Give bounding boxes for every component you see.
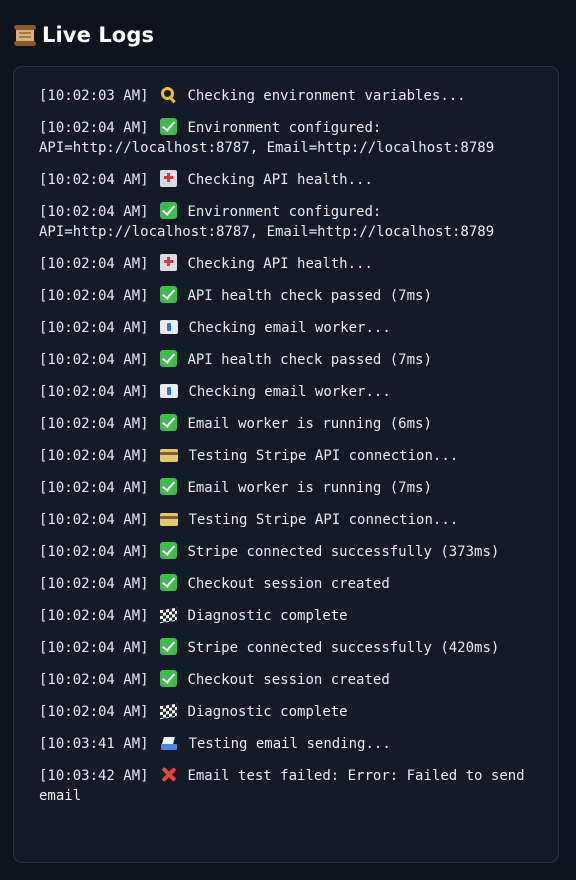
log-entry: [10:02:04 AM] Stripe connected successfu… bbox=[39, 638, 535, 658]
log-message: Stripe connected successfully (373ms) bbox=[187, 544, 500, 560]
log-timestamp: [10:02:04 AM] bbox=[39, 256, 149, 272]
log-message: Testing Stripe API connection... bbox=[188, 448, 459, 464]
email-icon bbox=[160, 384, 179, 398]
log-entry: [10:02:04 AM] API health check passed (7… bbox=[39, 350, 535, 370]
log-entry: [10:03:42 AM] Email test failed: Error: … bbox=[39, 766, 535, 806]
log-entry: [10:03:41 AM] Testing email sending... bbox=[39, 734, 535, 754]
log-message: Diagnostic complete bbox=[187, 608, 348, 624]
log-message: Email worker is running (6ms) bbox=[187, 416, 432, 432]
key-icon bbox=[160, 86, 177, 103]
log-timestamp: [10:02:04 AM] bbox=[39, 672, 149, 688]
log-timestamp: [10:02:04 AM] bbox=[39, 480, 149, 496]
scroll-icon bbox=[13, 23, 37, 47]
check-icon bbox=[160, 202, 178, 219]
log-message: Checking API health... bbox=[187, 256, 373, 272]
live-logs-page: Live Logs [10:02:03 AM] Checking environ… bbox=[0, 0, 576, 880]
check-icon bbox=[160, 478, 178, 495]
hospital-icon bbox=[160, 170, 178, 187]
log-entry: [10:02:04 AM] Email worker is running (6… bbox=[39, 414, 535, 434]
check-icon bbox=[160, 414, 178, 431]
log-entry: [10:02:04 AM] Checking API health... bbox=[39, 170, 535, 190]
log-entry: [10:02:04 AM] Diagnostic complete bbox=[39, 702, 535, 722]
check-icon bbox=[160, 574, 178, 591]
log-message: Testing email sending... bbox=[188, 736, 391, 752]
log-message: Stripe connected successfully (420ms) bbox=[187, 640, 500, 656]
log-timestamp: [10:02:04 AM] bbox=[39, 288, 149, 304]
log-timestamp: [10:02:04 AM] bbox=[39, 416, 149, 432]
log-timestamp: [10:02:04 AM] bbox=[39, 448, 149, 464]
log-message: Checking API health... bbox=[187, 172, 373, 188]
checkered-flag-icon bbox=[160, 607, 178, 624]
log-timestamp: [10:02:04 AM] bbox=[39, 320, 149, 336]
log-entry: [10:02:04 AM] Environment configured: AP… bbox=[39, 202, 535, 242]
log-panel[interactable]: [10:02:03 AM] Checking environment varia… bbox=[13, 66, 559, 863]
log-timestamp: [10:02:04 AM] bbox=[39, 608, 149, 624]
log-timestamp: [10:02:04 AM] bbox=[39, 640, 149, 656]
log-timestamp: [10:02:04 AM] bbox=[39, 352, 149, 368]
log-message: API health check passed (7ms) bbox=[187, 288, 432, 304]
log-timestamp: [10:02:04 AM] bbox=[39, 204, 149, 220]
log-entry: [10:02:04 AM] Checkout session created bbox=[39, 670, 535, 690]
log-entry: [10:02:04 AM] Testing Stripe API connect… bbox=[39, 510, 535, 530]
check-icon bbox=[160, 670, 178, 687]
log-timestamp: [10:02:04 AM] bbox=[39, 576, 149, 592]
log-message: Checkout session created bbox=[187, 576, 390, 592]
page-title: Live Logs bbox=[42, 23, 155, 47]
log-entry: [10:02:04 AM] Checking API health... bbox=[39, 254, 535, 274]
hospital-icon bbox=[160, 254, 178, 271]
check-icon bbox=[160, 350, 178, 367]
log-timestamp: [10:02:04 AM] bbox=[39, 512, 149, 528]
cross-icon bbox=[160, 766, 177, 783]
log-timestamp: [10:02:04 AM] bbox=[39, 544, 149, 560]
email-icon bbox=[160, 320, 179, 334]
check-icon bbox=[160, 638, 178, 655]
check-icon bbox=[160, 286, 178, 303]
check-icon bbox=[160, 118, 178, 135]
log-timestamp: [10:02:04 AM] bbox=[39, 120, 149, 136]
log-message: Checking email worker... bbox=[188, 320, 391, 336]
log-timestamp: [10:03:42 AM] bbox=[39, 768, 149, 784]
log-entry: [10:02:04 AM] Environment configured: AP… bbox=[39, 118, 535, 158]
log-entry: [10:02:04 AM] Checking email worker... bbox=[39, 382, 535, 402]
log-entry: [10:02:04 AM] Checking email worker... bbox=[39, 318, 535, 338]
credit-card-icon bbox=[160, 513, 179, 526]
log-message: Checkout session created bbox=[187, 672, 390, 688]
log-message: Checking environment variables... bbox=[187, 88, 466, 104]
email-sending-icon bbox=[160, 735, 178, 751]
log-entry: [10:02:04 AM] Checkout session created bbox=[39, 574, 535, 594]
log-list: [10:02:03 AM] Checking environment varia… bbox=[39, 86, 535, 818]
log-entry: [10:02:03 AM] Checking environment varia… bbox=[39, 86, 535, 106]
credit-card-icon bbox=[160, 449, 179, 462]
log-timestamp: [10:02:04 AM] bbox=[39, 704, 149, 720]
log-message: API health check passed (7ms) bbox=[187, 352, 432, 368]
log-timestamp: [10:02:03 AM] bbox=[39, 88, 149, 104]
log-entry: [10:02:04 AM] Diagnostic complete bbox=[39, 606, 535, 626]
log-message: Diagnostic complete bbox=[187, 704, 348, 720]
log-message: Email worker is running (7ms) bbox=[187, 480, 432, 496]
check-icon bbox=[160, 542, 178, 559]
log-timestamp: [10:03:41 AM] bbox=[39, 736, 149, 752]
log-entry: [10:02:04 AM] API health check passed (7… bbox=[39, 286, 535, 306]
log-entry: [10:02:04 AM] Testing Stripe API connect… bbox=[39, 446, 535, 466]
log-timestamp: [10:02:04 AM] bbox=[39, 384, 149, 400]
log-timestamp: [10:02:04 AM] bbox=[39, 172, 149, 188]
log-entry: [10:02:04 AM] Stripe connected successfu… bbox=[39, 542, 535, 562]
log-entry: [10:02:04 AM] Email worker is running (7… bbox=[39, 478, 535, 498]
log-message: Checking email worker... bbox=[188, 384, 391, 400]
checkered-flag-icon bbox=[160, 703, 178, 720]
live-logs-header: Live Logs bbox=[13, 19, 154, 51]
log-message: Testing Stripe API connection... bbox=[188, 512, 459, 528]
